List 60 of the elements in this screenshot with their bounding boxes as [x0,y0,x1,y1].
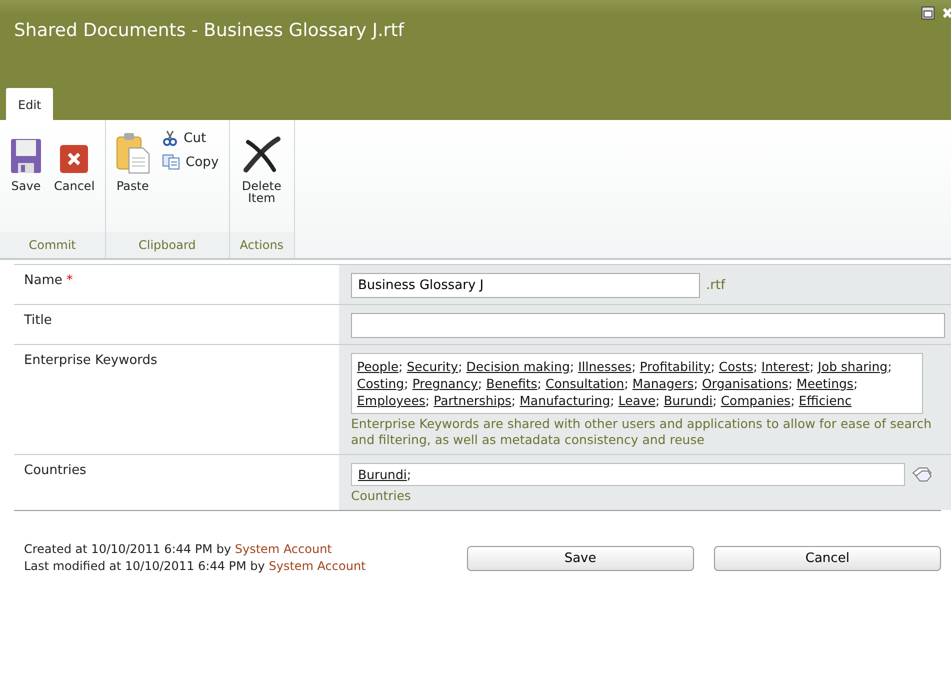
user-link[interactable]: System Account [234,542,332,556]
text-field[interactable]: Business Glossary J [351,273,700,298]
ribbon-group-label: Commit [0,232,105,258]
keyword-link[interactable]: Pregnancy; [412,376,482,391]
form-button[interactable]: Cancel [714,546,941,570]
countries-field[interactable]: Burundi; [351,463,905,486]
field-hint: Countries [351,488,412,504]
field-label: Countries [24,463,86,478]
clipboard-icon [116,132,150,174]
form-button[interactable]: Save [466,546,694,570]
ribbon-tab[interactable]: Edit [6,88,54,120]
text-field[interactable] [351,313,945,338]
tags-icon[interactable] [911,466,933,482]
keyword-link[interactable]: Illnesses; [578,359,636,374]
cancel-button[interactable]: Cancel [50,128,99,232]
file-extension: .rtf [706,278,726,293]
keyword-link[interactable]: Organisations; [702,376,793,391]
copy-icon [162,154,180,170]
keyword-link[interactable]: Security; [406,359,462,374]
delete-button[interactable]: Delete Item [236,128,288,232]
field-label: Enterprise Keywords [24,353,158,368]
field-label: Name [24,273,62,288]
keyword-link[interactable]: Companies; [720,393,795,408]
maximize-icon[interactable] [921,6,935,20]
window-title: Shared Documents - Business Glossary J.rtf [14,20,404,41]
ribbon-group-label: Actions [230,232,294,258]
audit-text: Last modified at 10/10/2011 6:44 PM by [24,559,265,573]
keyword-link[interactable]: Costing; [357,376,408,391]
user-link[interactable]: System Account [268,559,366,573]
audit-text: Created at 10/10/2011 6:44 PM by [24,542,232,556]
keyword-link[interactable]: Meetings; [796,376,858,391]
keyword-link[interactable]: Job sharing; [818,359,892,374]
keyword-link[interactable]: Benefits; [486,376,542,391]
required-mark: * [66,273,73,288]
copy-button[interactable]: Copy [158,152,223,172]
field-label: Title [24,313,52,328]
keyword-link[interactable]: Profitability; [640,359,715,374]
keyword-link[interactable]: Burundi; [358,467,412,482]
keyword-link[interactable]: Managers; [632,376,698,391]
keyword-link[interactable]: Employees; [357,393,430,408]
keyword-link[interactable]: Costs; [718,359,758,374]
ribbon-group-label: Clipboard [106,232,229,258]
field-hint: Enterprise Keywords are shared with other users and applications to allow for ease of search and filtering, as well as metadata consistency and reuse [351,416,933,448]
keyword-link[interactable]: Efficienc [798,393,852,408]
scissors-icon [162,130,178,146]
keyword-link[interactable]: Partnerships; [434,393,516,408]
keyword-link[interactable]: Leave; [618,393,660,408]
save-button[interactable]: Save [6,128,46,232]
keywords-field[interactable] [351,353,923,414]
keyword-link[interactable]: Consultation; [546,376,628,391]
cut-button[interactable]: Cut [158,128,223,148]
keyword-link[interactable]: Manufacturing; [520,393,614,408]
keyword-link[interactable]: Burundi; [664,393,717,408]
cross-mark-icon [242,136,282,174]
keyword-link[interactable]: Interest; [761,359,814,374]
paste-button[interactable]: Paste [112,128,154,232]
close-icon [59,144,90,174]
keyword-link[interactable]: Decision making; [466,359,574,374]
close-icon[interactable] [943,6,951,20]
keyword-link[interactable]: People; [357,359,403,374]
